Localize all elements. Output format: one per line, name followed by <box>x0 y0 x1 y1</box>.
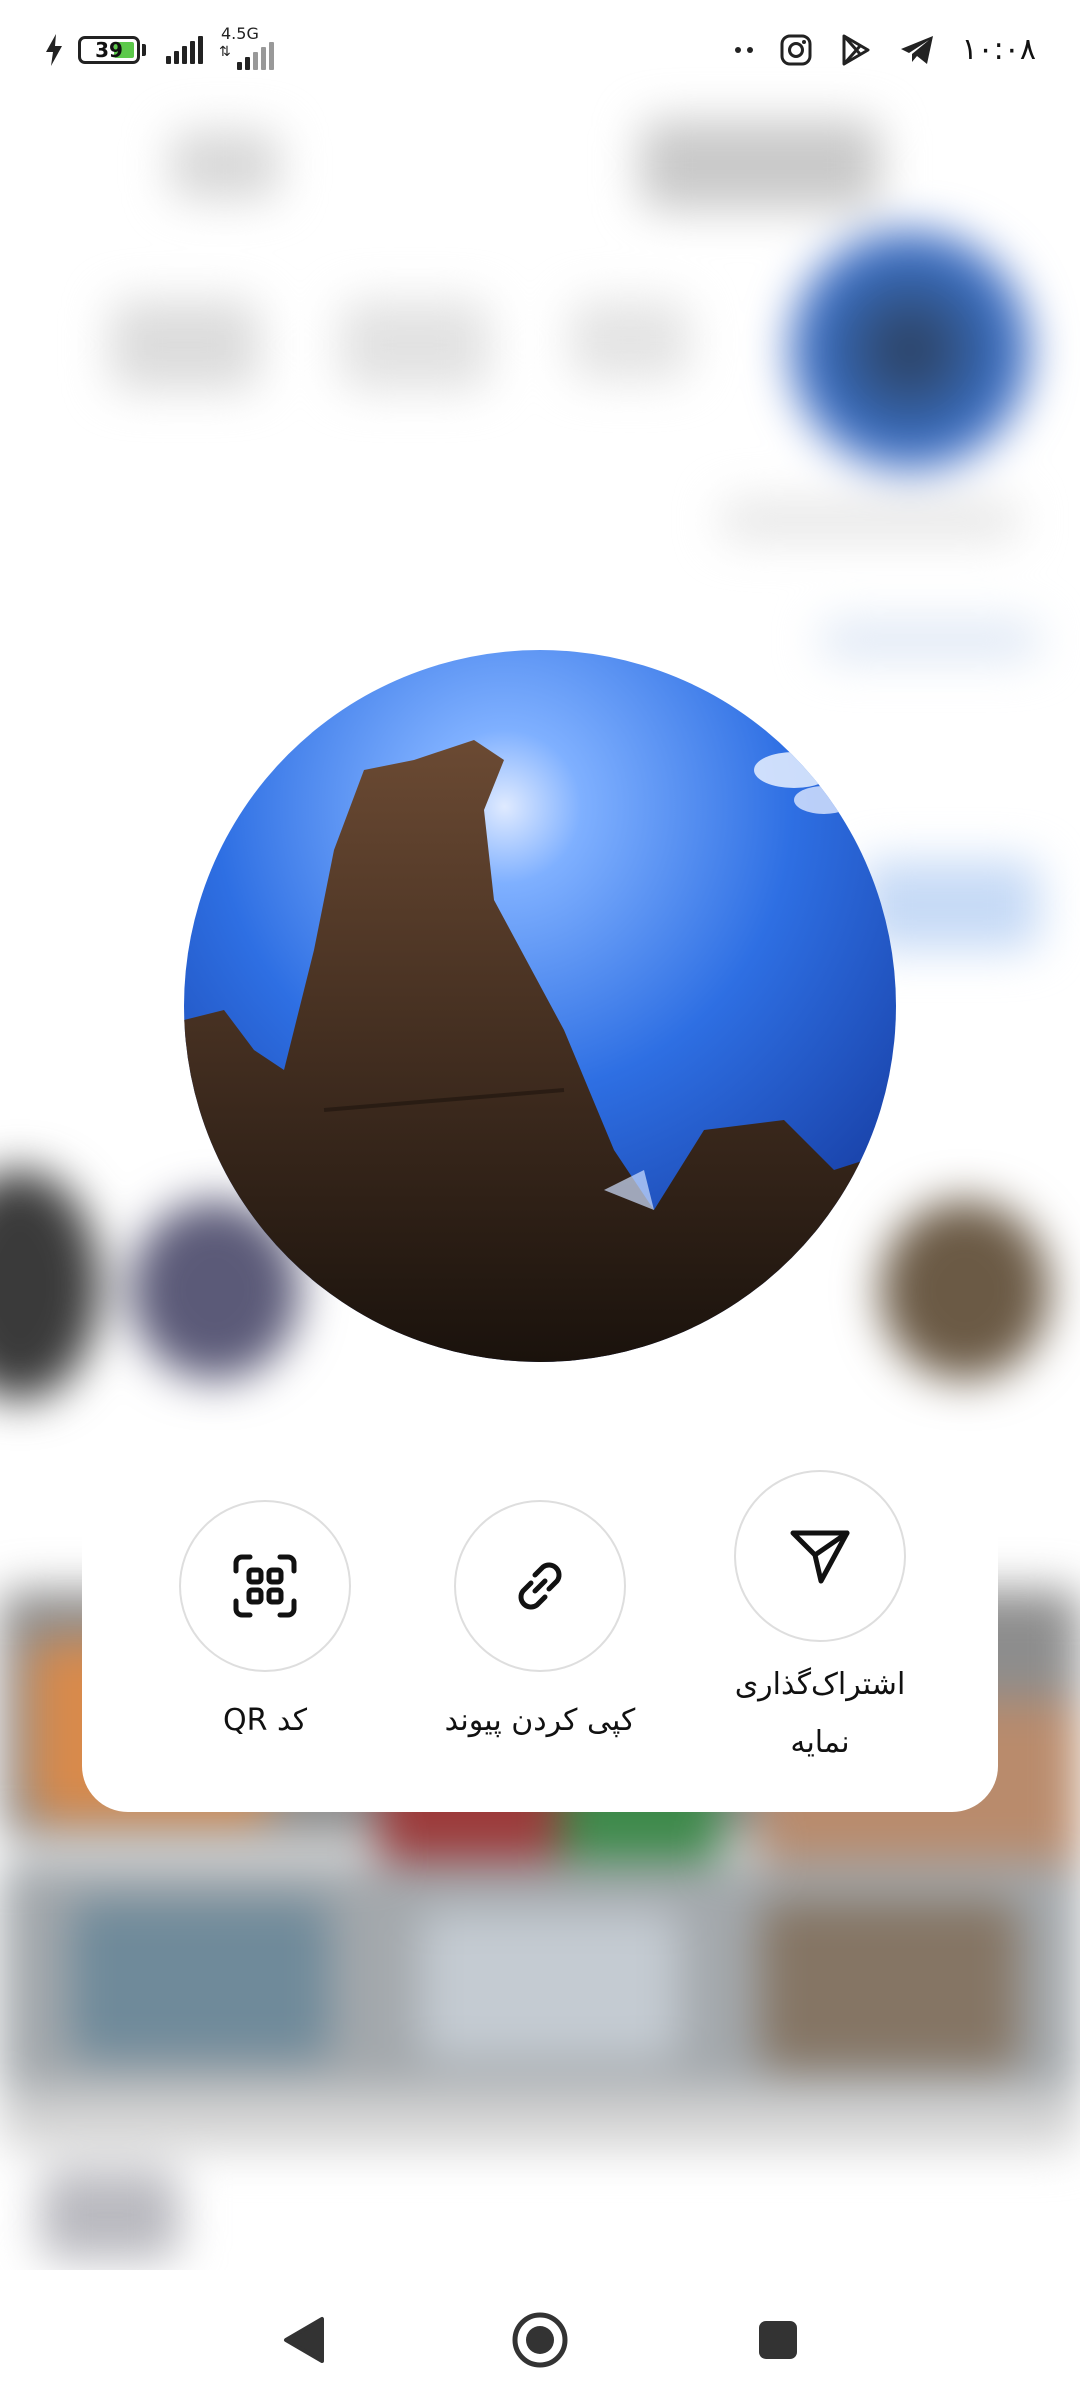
system-nav-bar <box>0 2270 1080 2400</box>
share-profile-label-line2: نمایه <box>790 1725 850 1760</box>
profile-photo-image <box>184 650 896 1362</box>
share-profile-label-line1: اشتراک‌گذاری <box>734 1667 906 1702</box>
copy-link-label: کپی کردن پیوند <box>444 1703 636 1738</box>
more-dots-icon <box>735 46 754 53</box>
battery-level: 39 <box>95 38 123 62</box>
qr-code-icon <box>233 1554 297 1618</box>
battery-nub <box>142 44 146 56</box>
share-actions-card: اشتراک‌گذاری نمایه کپی کردن پیوند <box>82 1430 998 1812</box>
signal-icon <box>166 36 203 64</box>
network-type-label: 4.5G <box>221 24 259 43</box>
qr-code-label: کد QR <box>222 1703 308 1738</box>
link-icon <box>518 1562 562 1610</box>
nav-back-button[interactable] <box>274 2310 334 2370</box>
instagram-icon <box>780 34 812 65</box>
copy-link-action[interactable]: کپی کردن پیوند <box>410 1500 670 1750</box>
charging-icon <box>46 34 62 66</box>
telegram-icon <box>901 35 934 64</box>
network-indicator: 4.5G ⇅ <box>217 24 297 70</box>
google-play-icon <box>842 34 870 65</box>
back-icon <box>284 2317 324 2363</box>
data-arrows-icon: ⇅ <box>219 44 231 60</box>
qr-code-action[interactable]: کد QR <box>135 1500 395 1750</box>
nav-recents-button[interactable] <box>748 2310 808 2370</box>
screen: 39 4.5G ⇅ <box>0 0 1080 2400</box>
share-profile-button[interactable] <box>734 1470 906 1642</box>
nav-home-button[interactable] <box>510 2310 570 2370</box>
share-profile-label: اشتراک‌گذاری نمایه <box>690 1656 950 1772</box>
status-right: ۱۰:۰۸ <box>735 32 1036 67</box>
copy-link-button[interactable] <box>454 1500 626 1672</box>
home-icon <box>512 2312 568 2368</box>
qr-code-button[interactable] <box>179 1500 351 1672</box>
battery-icon: 39 <box>78 36 140 64</box>
status-left: 39 4.5G ⇅ <box>44 24 297 70</box>
send-icon <box>790 1530 850 1584</box>
profile-photo-enlarged <box>184 650 896 1362</box>
share-profile-action[interactable]: اشتراک‌گذاری نمایه <box>690 1470 950 1772</box>
status-bar: 39 4.5G ⇅ ۱۰:۰۸ <box>0 0 1080 108</box>
recents-icon <box>759 2321 797 2359</box>
signal-icon <box>237 42 274 70</box>
clock: ۱۰:۰۸ <box>961 32 1036 67</box>
